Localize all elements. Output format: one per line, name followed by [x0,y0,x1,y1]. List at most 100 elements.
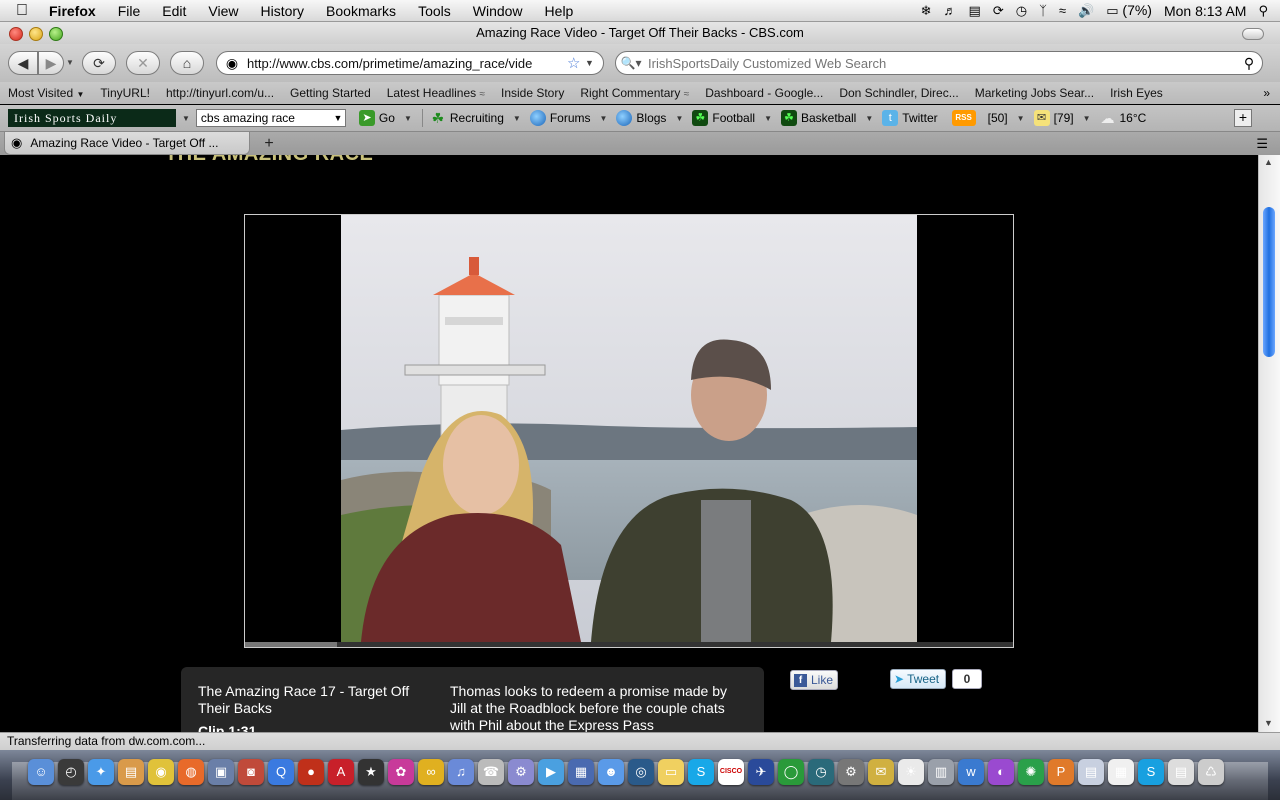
mail-dropdown-icon[interactable]: ▼ [1083,114,1091,123]
finder-icon[interactable]: ☺ [28,759,54,785]
bookmark-tinyurl[interactable]: TinyURL! [92,86,158,100]
purple-app-icon[interactable]: ◐ [988,759,1014,785]
volume-icon[interactable]: 🔊 [1078,3,1094,19]
logo-dropdown-icon[interactable]: ▼ [182,114,190,123]
video-progress-bar[interactable] [245,642,1013,647]
twitter-button[interactable]: t Twitter [879,110,940,126]
home-button[interactable]: ⌂ [170,51,204,75]
bookmark-dashboard-google[interactable]: Dashboard - Google... [697,86,831,100]
menu-edit[interactable]: Edit [151,3,197,19]
menu-history[interactable]: History [249,3,315,19]
growl-icon[interactable]: ♬ [944,3,957,18]
rss-button[interactable]: RSS [50] [949,110,1011,126]
bookmark-don-schindler[interactable]: Don Schindler, Direc... [831,86,966,100]
add-toolbar-item-button[interactable]: + [1234,109,1252,127]
bookmark-getting-started[interactable]: Getting Started [282,86,379,100]
battery-indicator[interactable]: ▭ (7%) [1106,2,1152,19]
recruiting-button[interactable]: ☘ Recruiting [427,110,507,126]
time-machine-icon[interactable]: ◷ [1016,3,1027,19]
tab-amazing-race-video[interactable]: ◉ Amazing Race Video - Target Off ... [4,132,250,155]
menu-tools[interactable]: Tools [407,3,462,19]
chrome-icon[interactable]: ◉ [148,759,174,785]
web-search-bar[interactable]: 🔍▾ ⚲ [615,51,1263,75]
url-history-dropdown-icon[interactable]: ▼ [585,58,603,68]
basketball-dropdown-icon[interactable]: ▼ [865,114,873,123]
menu-help[interactable]: Help [534,3,585,19]
p-app-icon[interactable]: P [1048,759,1074,785]
flower-app-icon[interactable]: ✿ [388,759,414,785]
dvd-icon[interactable]: ◎ [628,759,654,785]
stop-button[interactable]: ✕ [126,51,160,75]
search-engine-icon[interactable]: 🔍▾ [616,56,646,70]
url-bar[interactable]: ◉ http://www.cbs.com/primetime/amazing_r… [216,51,604,75]
toolbar-search-field[interactable]: cbs amazing race ▼ [195,109,346,127]
green-app-icon[interactable]: ◯ [778,759,804,785]
stickies-icon[interactable]: ▭ [658,759,684,785]
bookmark-inside-story[interactable]: Inside Story [493,86,572,100]
blogs-dropdown-icon[interactable]: ▼ [675,114,683,123]
close-window-button[interactable] [9,27,23,41]
more-bookmarks-chevron-icon[interactable]: » [1263,86,1280,100]
cisco-icon[interactable]: CISCO [718,759,744,785]
red-app-icon[interactable]: ● [298,759,324,785]
bookmark-most-visited[interactable]: Most Visited ▼ [0,86,92,100]
forums-button[interactable]: Forums [527,110,594,126]
site-identity-icon[interactable]: ◉ [217,55,247,72]
sync-icon[interactable]: ⟳ [993,3,1004,19]
timemachine-icon[interactable]: ◷ [808,759,834,785]
facebook-like-button[interactable]: f Like [790,670,838,690]
video-frame[interactable] [341,215,917,642]
bluetooth-icon[interactable]: ᛉ [1039,3,1047,18]
bookmark-irish-eyes[interactable]: Irish Eyes [1102,86,1171,100]
trash-icon[interactable]: ♺ [1198,759,1224,785]
dashboard-icon[interactable]: ◴ [58,759,84,785]
video-player[interactable] [244,214,1014,648]
search-icon[interactable]: ⚲ [1236,55,1262,72]
dashboard2-icon[interactable]: ▦ [568,759,594,785]
menu-bookmarks[interactable]: Bookmarks [315,3,407,19]
firefox-icon[interactable]: ◍ [178,759,204,785]
wifi-icon[interactable]: ≈ [1059,3,1066,18]
battery-status-icon[interactable]: ▤ [969,3,981,19]
itunes-icon[interactable]: ♫ [448,759,474,785]
list-all-tabs-icon[interactable]: ☰ [1256,136,1268,152]
menu-view[interactable]: View [197,3,249,19]
preferences-icon[interactable]: ✈ [748,759,774,785]
apple-menu-icon[interactable]:  [16,2,38,20]
toolbar-search-dropdown-icon[interactable]: ▼ [331,113,345,123]
bookmark-star-icon[interactable]: ☆ [567,54,585,72]
acrobat-icon[interactable]: A [328,759,354,785]
quicktime-icon[interactable]: Q [268,759,294,785]
scroll-up-arrow-icon[interactable]: ▲ [1264,157,1273,167]
yellow-app-icon[interactable]: ∞ [418,759,444,785]
football-dropdown-icon[interactable]: ▼ [764,114,772,123]
skype-icon[interactable]: S [688,759,714,785]
recruiting-dropdown-icon[interactable]: ▼ [513,114,521,123]
minimize-window-button[interactable] [29,27,43,41]
weather-button[interactable]: ☁ 16°C [1097,110,1150,126]
basketball-button[interactable]: ☘ Basketball [778,110,859,126]
ichat-icon[interactable]: ☻ [598,759,624,785]
iphoto-icon[interactable]: ▣ [208,759,234,785]
dropbox-icon[interactable]: ❄ [921,3,932,19]
url-text[interactable]: http://www.cbs.com/primetime/amazing_rac… [247,56,567,71]
blogs-button[interactable]: Blogs [613,110,669,126]
mail-button[interactable]: ✉ [79] [1031,110,1077,126]
page-scrollbar[interactable]: ▲ ▼ [1258,155,1280,732]
zoom-window-button[interactable] [49,27,63,41]
tree-app-icon[interactable]: ✺ [1018,759,1044,785]
mail-app-icon[interactable]: ✉ [868,759,894,785]
video-icon[interactable]: ▶ [538,759,564,785]
forums-dropdown-icon[interactable]: ▼ [599,114,607,123]
skype2-icon[interactable]: S [1138,759,1164,785]
menu-app-firefox[interactable]: Firefox [38,3,107,19]
clip-title[interactable]: The Amazing Race 17 - Target Off Their B… [198,683,428,717]
preview-icon[interactable]: ▤ [118,759,144,785]
web-search-input[interactable] [646,54,1236,72]
go-button[interactable]: ➤ Go [356,110,398,126]
history-dropdown-icon[interactable]: ▼ [66,58,74,67]
irish-sports-daily-logo[interactable]: Irish Sports Daily [8,109,176,127]
gear-app-icon[interactable]: ⚙ [838,759,864,785]
toolbar-search-value[interactable]: cbs amazing race [201,111,331,125]
utility-icon[interactable]: ⚙ [508,759,534,785]
